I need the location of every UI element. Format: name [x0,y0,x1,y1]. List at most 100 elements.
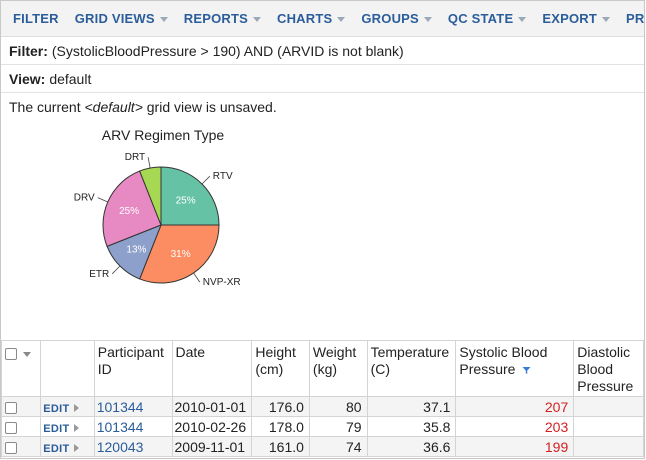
column-label: Temperature (C) [370,344,450,377]
select-all-header[interactable] [1,340,42,397]
height-cell: 176.0 [251,396,310,417]
date-cell: 2010-02-26 [171,416,253,437]
column-label: Date [175,344,206,360]
chevron-right-icon[interactable] [73,423,79,432]
row-select-cell [1,416,42,437]
filter-label: Filter: [9,42,48,59]
row-checkbox[interactable] [5,401,17,414]
date-cell: 2009-11-01 [171,436,253,457]
systolic-cell: 203 [455,416,575,437]
column-header-participant[interactable]: Participant ID [93,340,173,397]
column-header-diastolic[interactable]: Diastolic Blood Pressure [573,340,644,397]
pie-category-label: DRT [125,152,145,163]
column-label: Weight (kg) [312,344,357,377]
column-header-weight[interactable]: Weight (kg) [308,340,368,397]
chevron-down-icon [253,16,261,22]
column-header-temperature[interactable]: Temperature (C) [366,340,457,397]
pie-leader-line [193,272,201,283]
filter-icon[interactable] [522,366,531,375]
height-cell: 178.0 [251,416,310,437]
groups-menu[interactable]: GROUPS [353,1,440,36]
groups-menu-label: GROUPS [361,11,419,26]
weight-cell: 74 [308,436,368,457]
pie-leader-line [111,265,121,275]
filter-expression: (SystolicBloodPressure > 190) AND (ARVID… [51,42,404,59]
weight-cell: 79 [308,416,368,437]
participant-link[interactable]: 101344 [97,399,144,415]
chevron-down-icon[interactable] [23,351,31,357]
unsaved-view-message: The current <default> grid view is unsav… [1,93,644,121]
filter-menu[interactable]: FILTER [5,1,67,36]
date-cell: 2010-01-01 [171,396,253,417]
diastolic-cell [573,416,644,437]
edit-cell: EDIT [40,436,95,457]
select-all-checkbox[interactable] [5,348,17,361]
grid-views-menu-label: GRID VIEWS [74,11,155,26]
chevron-down-icon [337,16,346,22]
temperature-cell: 35.8 [366,416,457,437]
column-label: Diastolic Blood Pressure [577,344,634,394]
chart-title: ARV Regimen Type [102,127,225,143]
weight-cell: 80 [308,396,368,417]
qc-state-menu[interactable]: QC STATE [440,1,534,36]
grid-menu-bar: FILTER GRID VIEWS REPORTS CHARTS GROUPS … [1,1,644,37]
edit-link[interactable]: EDIT [43,443,69,455]
chevron-down-icon [159,16,168,22]
charts-menu[interactable]: CHARTS [269,1,353,36]
pie-category-label: RTV [213,171,233,182]
systolic-cell: 207 [455,396,575,417]
pie-leader-line [201,175,211,185]
export-menu[interactable]: EXPORT [534,1,618,36]
column-label: Participant ID [97,344,164,377]
charts-menu-label: CHARTS [277,11,333,26]
view-label: View: [9,70,46,87]
column-label: Height (cm) [255,344,296,377]
height-cell: 161.0 [251,436,310,457]
pie-leader-line [147,157,151,169]
participant-link[interactable]: 120043 [97,439,144,455]
pie-percent-label: 25% [119,206,139,217]
actions-header [40,340,95,397]
pie-leader-line [97,197,108,203]
column-header-date[interactable]: Date [171,340,253,397]
print-menu-label: PRINT [625,11,645,26]
row-select-cell [1,396,42,417]
edit-cell: EDIT [40,416,95,437]
temperature-cell: 36.6 [366,436,457,457]
grid-header-row: Participant ID Date Height (cm) Weight (… [1,340,644,397]
table-row: EDIT 120043 2009-11-01 161.0 74 36.6 199 [1,436,644,457]
pie-category-label: ETR [89,269,109,280]
row-checkbox[interactable] [5,421,17,434]
chevron-right-icon[interactable] [73,403,79,412]
pie-percent-label: 31% [171,249,191,260]
column-header-systolic[interactable]: Systolic Blood Pressure [455,340,575,397]
unsaved-view-name: <default> [84,99,143,115]
systolic-cell: 199 [455,436,575,457]
reports-menu[interactable]: REPORTS [176,1,269,36]
participant-link[interactable]: 101344 [97,419,144,435]
unsaved-prefix: The current [9,99,85,115]
pie-chart-svg: ARV Regimen Type 25% RTV 31% NVP-XR 13% ETR 25… [74,127,241,288]
column-header-height[interactable]: Height (cm) [251,340,310,397]
view-name: default [49,70,92,87]
edit-link[interactable]: EDIT [43,403,69,415]
grid-views-menu[interactable]: GRID VIEWS [67,1,176,36]
pie-category-label: NVP-XR [203,277,241,288]
pie-percent-label: 13% [126,245,146,256]
temperature-cell: 37.1 [366,396,457,417]
pie-percent-label: 25% [176,195,196,206]
qc-state-menu-label: QC STATE [447,11,514,26]
grid-report-panel: FILTER GRID VIEWS REPORTS CHARTS GROUPS … [0,0,645,459]
edit-link[interactable]: EDIT [43,423,69,435]
arv-pie-chart: ARV Regimen Type 25% RTV 31% NVP-XR 13% ETR 25… [1,121,644,333]
diastolic-cell [573,396,644,417]
data-grid: Participant ID Date Height (cm) Weight (… [1,340,644,457]
chevron-down-icon [518,16,527,22]
chevron-right-icon[interactable] [73,443,79,452]
diastolic-cell [573,436,644,457]
table-row: EDIT 101344 2010-02-26 178.0 79 35.8 203 [1,416,644,437]
row-checkbox[interactable] [5,441,17,454]
pie-category-label: DRV [74,193,95,204]
table-row: EDIT 101344 2010-01-01 176.0 80 37.1 207 [1,396,644,417]
print-menu[interactable]: PRINT [618,1,645,36]
